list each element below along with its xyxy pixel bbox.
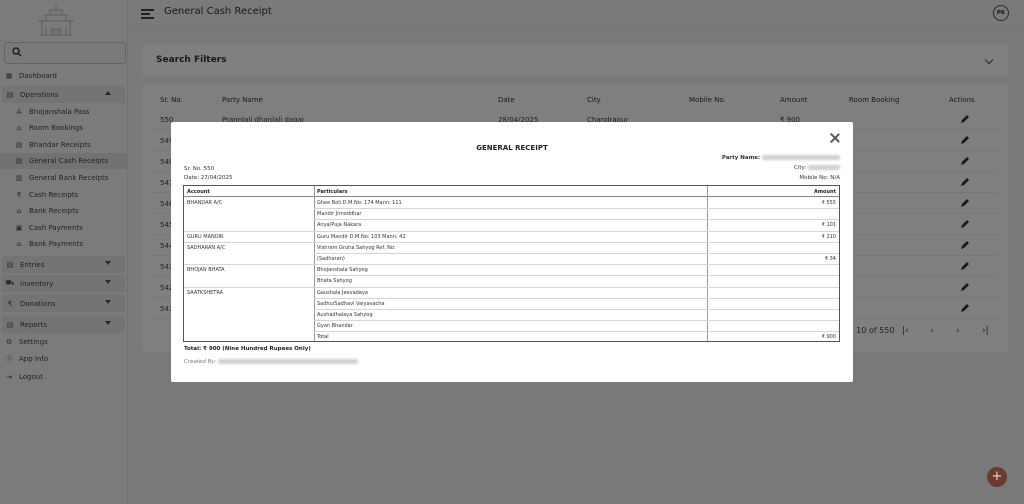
receipt-city: City: xyxy=(794,165,840,171)
receipt-particular: Gyan Bhandar xyxy=(317,323,353,330)
add-button[interactable]: + xyxy=(987,467,1007,487)
receipt-mobile: Mobile No: N/A xyxy=(799,175,840,181)
receipt-account: SADHARAN A/C xyxy=(187,244,226,251)
receipt-particular: Bhojanshala Sahyog xyxy=(317,267,368,274)
header-account: Account xyxy=(187,189,210,195)
receipt-account: GURU MANDIR xyxy=(187,233,224,240)
receipt-title: GENERAL RECEIPT xyxy=(476,144,548,152)
receipt-particular: Vishram Gruha Sahyog Ref. No: xyxy=(317,244,396,251)
receipt-account: SAATKSHETRA xyxy=(187,289,224,296)
city-label: City: xyxy=(794,165,807,171)
receipt-table: Account Particulars Amount Ghee Boli D.M… xyxy=(183,185,840,342)
party-name-redacted xyxy=(762,155,840,160)
receipt-account: BHANDAR A/C xyxy=(187,200,223,206)
receipt-amount: ₹ 34 xyxy=(824,256,836,262)
receipt-amount: ₹ 101 xyxy=(821,222,836,229)
receipt-party-name: Party Name: xyxy=(722,155,840,161)
receipt-table-header xyxy=(184,186,839,197)
receipt-amount: ₹ 210 xyxy=(821,233,836,240)
receipt-particular: Guru Mandir D.M.No: 103 Mann: 42 xyxy=(317,233,406,240)
receipt-particular: Total xyxy=(317,334,329,341)
created-by-redacted xyxy=(218,359,359,364)
receipt-particular: Mandir Jirnoddhar xyxy=(317,211,362,218)
receipt-created-by: Created By: xyxy=(184,359,359,365)
receipt-total-words: Total: ₹ 900 (Nine Hundred Rupees Only) xyxy=(184,346,311,352)
receipt-amount: ₹ 555 xyxy=(821,200,836,206)
receipt-amount: ₹ 900 xyxy=(821,334,836,341)
header-particulars: Particulars xyxy=(317,189,348,195)
receipt-date: Date: 27/04/2025 xyxy=(184,175,233,181)
party-name-label: Party Name: xyxy=(721,155,761,161)
receipt-sr-no: Sr. No. 550 xyxy=(184,166,215,172)
receipt-particular: Gaushala Jeevadaya xyxy=(317,289,368,296)
receipt-particular: (Sadharan) xyxy=(317,256,345,262)
header-amount: Amount xyxy=(813,189,836,195)
receipt-modal: GENERAL RECEIPT Sr. No. 550 Date: 27/04/… xyxy=(171,122,853,382)
receipt-particular: Ghee Boli D.M.No: 174 Mann: 111 xyxy=(317,200,402,206)
receipt-particular: Anya/Puja Nakara xyxy=(317,222,362,229)
receipt-particular: Aushadhalaya Sahyog xyxy=(317,312,373,318)
close-icon[interactable] xyxy=(830,133,840,143)
receipt-account: BHOJAN BHATA xyxy=(187,267,225,274)
city-redacted xyxy=(808,165,840,170)
receipt-particular: Bhata Sahyog xyxy=(317,278,352,285)
receipt-particular: Sadhu/Sadhavi Vaiyavacha xyxy=(317,300,385,307)
created-by-label: Created By: xyxy=(184,359,217,365)
